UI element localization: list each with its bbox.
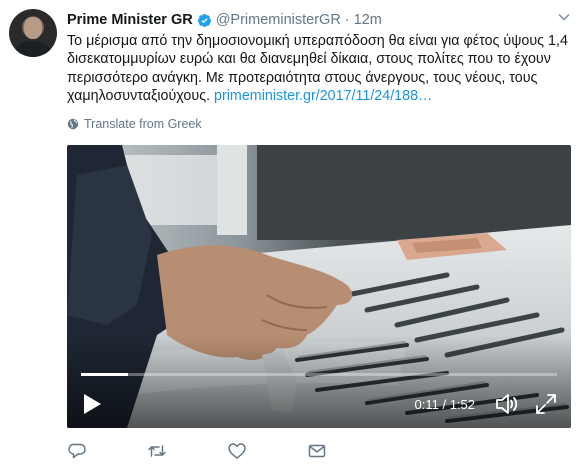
author-handle[interactable]: @PrimeministerGR [216, 12, 341, 28]
globe-icon [67, 118, 79, 130]
tweet-text: Το μέρισμα από την δημοσιονομική υπεραπό… [67, 32, 572, 106]
video-progress-fill [81, 373, 128, 376]
retweet-icon[interactable] [147, 441, 167, 461]
tweet-actions [67, 441, 447, 463]
video-player[interactable]: 0:11 / 1:52 [67, 145, 571, 428]
video-frame [67, 145, 571, 428]
separator-dot: · [344, 12, 350, 28]
fullscreen-icon[interactable] [535, 393, 557, 415]
heart-icon[interactable] [227, 441, 247, 461]
avatar[interactable] [9, 9, 57, 57]
video-progress-track[interactable] [81, 373, 557, 376]
video-elapsed: 0:11 [414, 397, 439, 412]
play-icon[interactable] [82, 393, 102, 415]
chevron-down-icon[interactable] [556, 9, 572, 25]
translate-link[interactable]: Translate from Greek [67, 117, 202, 131]
video-duration: 1:52 [449, 397, 475, 412]
translate-label: Translate from Greek [84, 117, 202, 131]
tweet-link[interactable]: primeminister.gr/2017/11/24/188… [214, 88, 432, 104]
direct-message-icon[interactable] [307, 441, 327, 461]
reply-icon[interactable] [67, 441, 87, 461]
tweet-header: Prime Minister GR @PrimeministerGR · 12m [67, 10, 382, 30]
tweet-timestamp[interactable]: 12m [354, 12, 382, 28]
video-time-readout: 0:11 / 1:52 [415, 397, 476, 412]
video-time-separator: / [438, 397, 450, 412]
verified-badge-icon [197, 13, 211, 27]
author-name[interactable]: Prime Minister GR [67, 12, 193, 28]
volume-icon[interactable] [495, 393, 519, 415]
